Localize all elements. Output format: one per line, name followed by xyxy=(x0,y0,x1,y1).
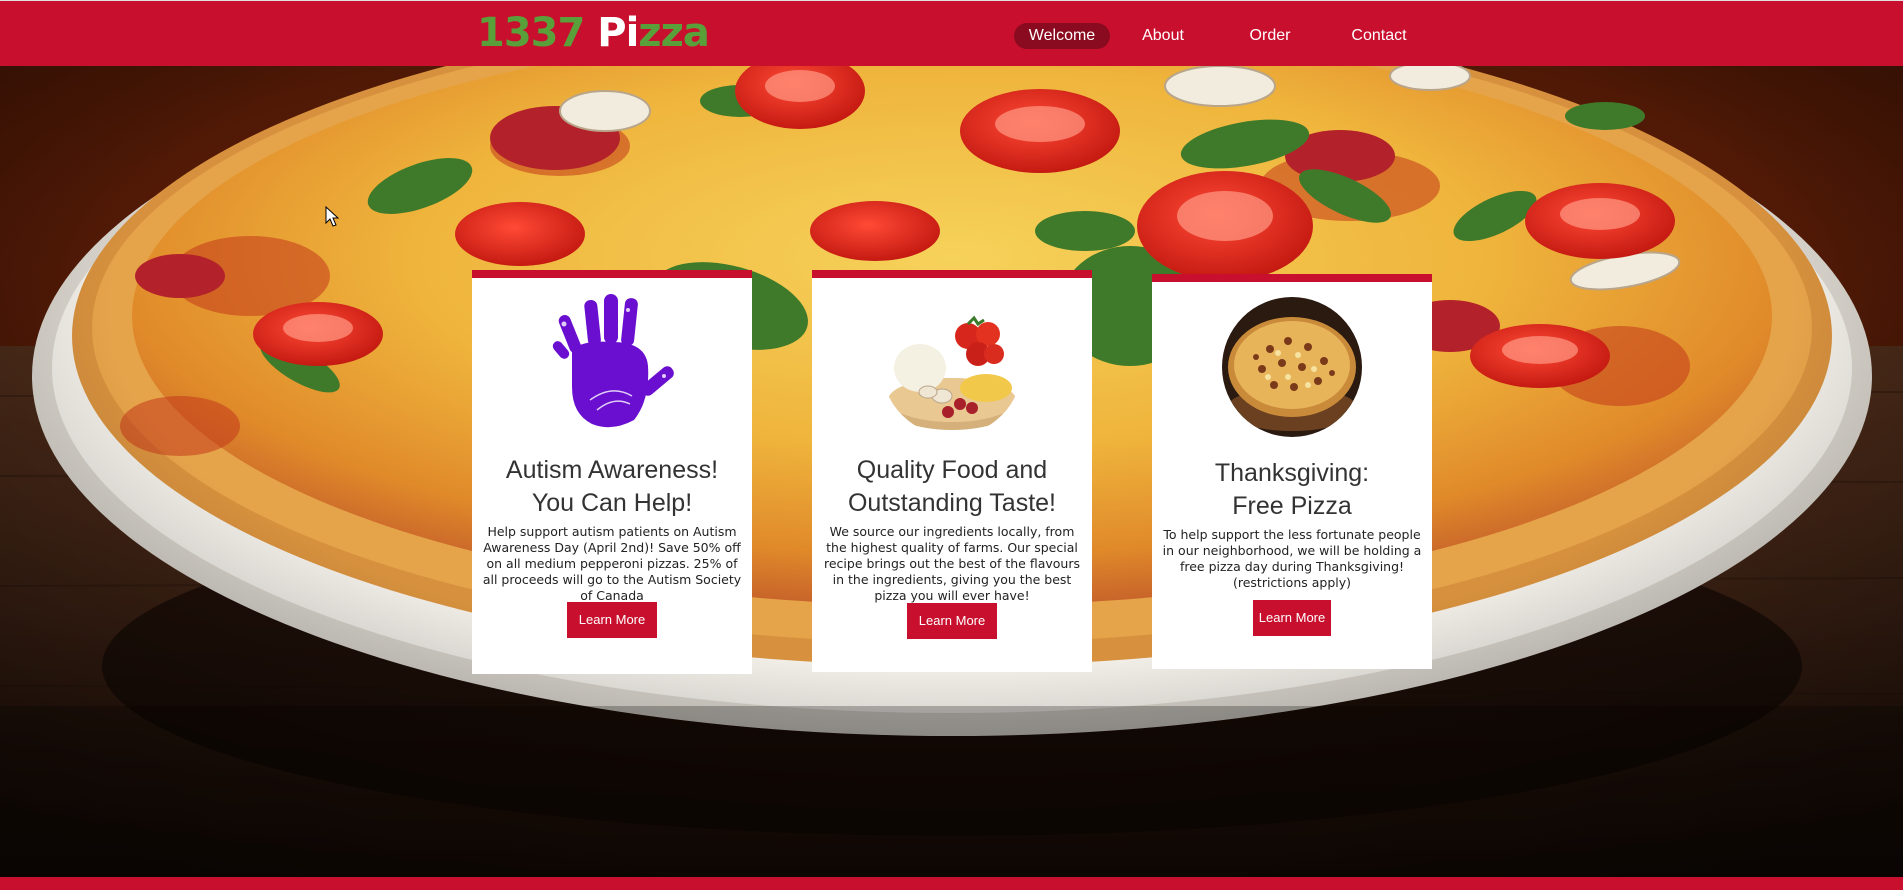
logo-text-1337: 1337 xyxy=(477,10,585,56)
learn-more-button-thanksgiving[interactable]: Learn More xyxy=(1253,600,1331,636)
site-header: 1337 Pizza Welcome About Order Contact xyxy=(0,0,1903,66)
promo-card-autism: Autism Awareness! You Can Help! Help sup… xyxy=(472,270,752,674)
card-text-thanksgiving: To help support the less fortunate peopl… xyxy=(1162,527,1422,590)
site-logo[interactable]: 1337 Pizza xyxy=(477,9,710,57)
card-text-quality: We source our ingredients locally, from … xyxy=(824,524,1080,603)
learn-more-button-quality[interactable]: Learn More xyxy=(907,603,997,639)
learn-more-button-autism[interactable]: Learn More xyxy=(567,602,657,638)
footer-bar xyxy=(0,877,1903,890)
fresh-ingredients-image xyxy=(882,296,1022,436)
logo-space xyxy=(584,10,597,56)
card-title-quality: Quality Food and Outstanding Taste! xyxy=(812,454,1092,520)
card-title-thanksgiving: Thanksgiving: Free Pizza xyxy=(1152,457,1432,523)
card-title-line2: Free Pizza xyxy=(1232,492,1352,520)
pizza-image xyxy=(1222,297,1362,437)
promo-card-quality: Quality Food and Outstanding Taste! We s… xyxy=(812,270,1092,672)
card-title-autism: Autism Awareness! You Can Help! xyxy=(472,454,752,520)
purple-handprint-icon xyxy=(542,292,682,432)
nav-about[interactable]: About xyxy=(1123,23,1203,49)
nav-welcome[interactable]: Welcome xyxy=(1014,23,1110,49)
card-text-autism: Help support autism patients on Autism A… xyxy=(482,524,742,603)
card-title-line1: Quality Food and xyxy=(856,456,1048,484)
card-title-line2: Outstanding Taste! xyxy=(847,489,1056,517)
card-title-line1: Autism Awareness! xyxy=(505,456,719,484)
logo-text-pi: Pi xyxy=(597,10,639,56)
mouse-pointer-icon xyxy=(325,206,339,227)
card-title-line1: Thanksgiving: xyxy=(1214,459,1370,487)
logo-text-zza: zza xyxy=(638,10,710,56)
promo-card-thanksgiving: Thanksgiving: Free Pizza To help support… xyxy=(1152,274,1432,669)
nav-order[interactable]: Order xyxy=(1230,23,1310,49)
card-title-line2: You Can Help! xyxy=(531,489,693,517)
nav-contact[interactable]: Contact xyxy=(1334,23,1424,49)
